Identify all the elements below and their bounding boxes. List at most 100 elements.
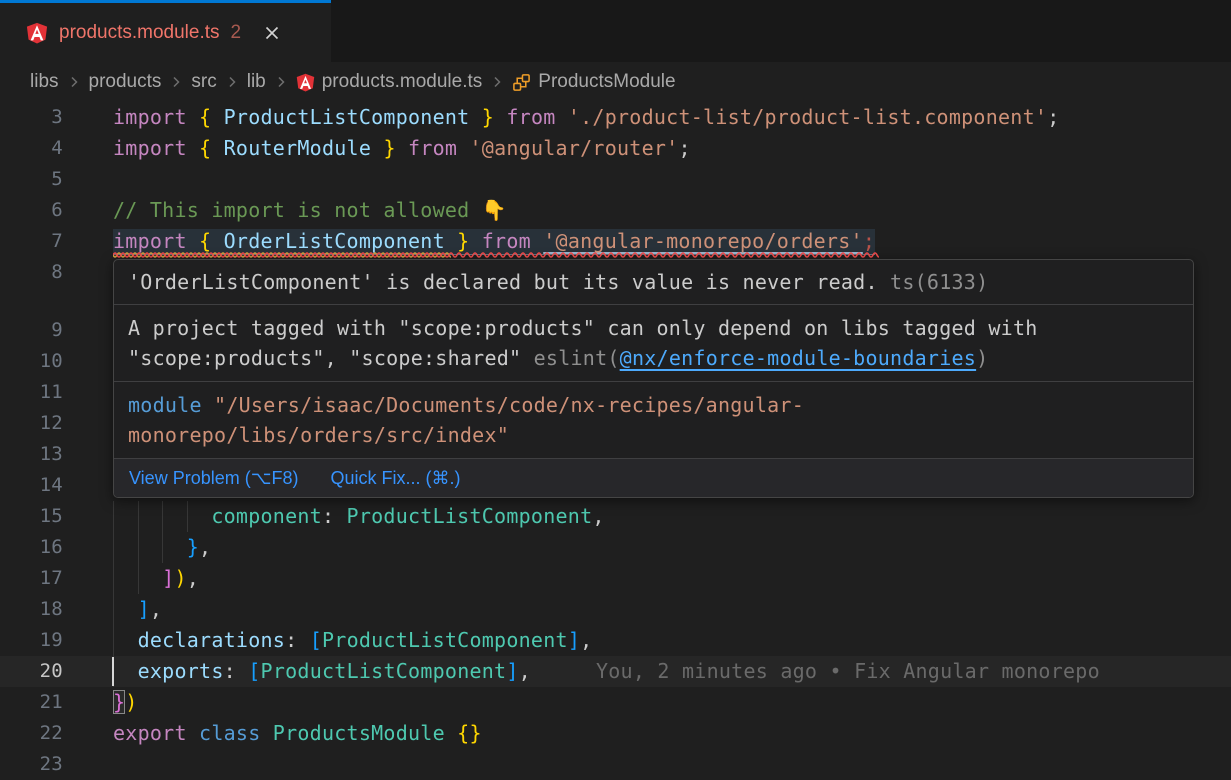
code-line-content: }) — [113, 687, 138, 718]
module-path-line2: monorepo/libs/orders/src/index" — [128, 423, 509, 447]
text-cursor — [112, 657, 114, 686]
code-token: ProductsModule — [273, 721, 457, 745]
code-token: , — [580, 628, 592, 652]
code-token: { — [199, 105, 224, 129]
code-token: declarations — [138, 628, 286, 652]
code-token: : — [224, 659, 249, 683]
code-line[interactable]: 19 declarations: [ProductListComponent], — [0, 625, 1231, 656]
eslint-rule-link[interactable]: @nx/enforce-module-boundaries — [620, 346, 976, 370]
line-number: 8 — [0, 257, 63, 288]
line-number: 15 — [0, 501, 63, 532]
code-token: , — [187, 566, 199, 590]
code-line[interactable]: 18 ], — [0, 594, 1231, 625]
code-token: } — [187, 535, 199, 559]
hover-status-bar: View Problem (⌥F8) Quick Fix... (⌘.) — [114, 459, 1193, 497]
code-line-content: ], — [113, 594, 162, 625]
line-number: 10 — [0, 346, 63, 377]
code-token: [ — [248, 659, 260, 683]
line-number: 21 — [0, 687, 63, 718]
code-line[interactable]: 4 import { RouterModule } from '@angular/… — [0, 133, 1231, 164]
code-line-content: }, — [113, 532, 211, 563]
code-token — [113, 566, 162, 590]
code-token: } — [383, 136, 408, 160]
code-line[interactable]: 5 — [0, 164, 1231, 195]
code-token — [113, 504, 211, 528]
code-token: : — [322, 504, 347, 528]
line-number: 20 — [0, 656, 63, 687]
code-token: from — [506, 105, 567, 129]
code-token: export — [113, 721, 199, 745]
line-number: 23 — [0, 749, 63, 780]
eslint-source-close: ) — [976, 346, 988, 370]
code-token: import — [113, 136, 199, 160]
code-line[interactable]: 16 }, — [0, 532, 1231, 563]
code-token — [113, 535, 187, 559]
code-line[interactable]: 21}) — [0, 687, 1231, 718]
line-number: 18 — [0, 594, 63, 625]
code-line-content: import { RouterModule } from '@angular/r… — [113, 133, 691, 164]
code-token: , — [592, 504, 604, 528]
quick-fix-action[interactable]: Quick Fix... (⌘.) — [330, 468, 460, 489]
code-token: {} — [457, 721, 482, 745]
code-line-content: // This import is not allowed 👇 — [113, 195, 507, 226]
code-line-content: ]), — [113, 563, 199, 594]
module-path-line1: "/Users/isaac/Documents/code/nx-recipes/… — [202, 393, 804, 417]
code-token: ProductListComponent — [261, 659, 507, 683]
code-token: ) — [125, 690, 137, 714]
code-line[interactable]: 20 exports: [ProductListComponent],You, … — [0, 656, 1231, 687]
code-line[interactable]: 6 // This import is not allowed 👇 — [0, 195, 1231, 226]
code-line-content: component: ProductListComponent, — [113, 501, 605, 532]
line-number: 11 — [0, 377, 63, 408]
line-number: 16 — [0, 532, 63, 563]
code-token: ) — [174, 566, 186, 590]
view-problem-action[interactable]: View Problem (⌥F8) — [129, 468, 298, 489]
code-token: , — [199, 535, 211, 559]
code-line-content: import { ProductListComponent } from './… — [113, 102, 1059, 133]
line-number: 4 — [0, 133, 63, 164]
code-line-content: export class ProductsModule {} — [113, 718, 482, 749]
ts-diagnostic-section: 'OrderListComponent' is declared but its… — [114, 260, 1193, 305]
code-token: : — [285, 628, 310, 652]
eslint-diagnostic-section: A project tagged with "scope:products" c… — [114, 305, 1193, 382]
line-number: 6 — [0, 195, 63, 226]
code-line[interactable]: 22 export class ProductsModule {} — [0, 718, 1231, 749]
eslint-message-line2: "scope:products", "scope:shared" — [128, 346, 534, 370]
code-line-content: exports: [ProductListComponent],You, 2 m… — [113, 656, 1100, 687]
eslint-message-line1: A project tagged with "scope:products" c… — [128, 316, 1038, 340]
code-line[interactable]: 15 component: ProductListComponent, — [0, 501, 1231, 532]
code-token — [113, 628, 138, 652]
line-number: 5 — [0, 164, 63, 195]
code-token: // This import is not allowed 👇 — [113, 198, 507, 222]
code-token: import — [113, 105, 199, 129]
code-token: ; — [1047, 105, 1059, 129]
line-number: 9 — [0, 315, 63, 346]
code-token: class — [199, 721, 273, 745]
code-token: '@angular/router' — [470, 136, 679, 160]
code-line[interactable]: 3 import { ProductListComponent } from '.… — [0, 102, 1231, 133]
eslint-source: eslint( — [534, 346, 620, 370]
error-hover-popup: 'OrderListComponent' is declared but its… — [113, 259, 1194, 498]
code-line[interactable]: 7import { OrderListComponent } from '@an… — [0, 226, 1231, 257]
code-token: ProductListComponent — [347, 504, 593, 528]
diagnostic-code: ts(6133) — [878, 270, 989, 294]
code-line[interactable]: 17 ]), — [0, 563, 1231, 594]
code-token: RouterModule — [224, 136, 384, 160]
code-token — [113, 597, 138, 621]
code-token: './product-list/product-list.component' — [568, 105, 1047, 129]
code-token: ] — [138, 597, 150, 621]
code-token: , — [519, 659, 531, 683]
diagnostic-message: 'OrderListComponent' is declared but its… — [128, 270, 878, 294]
code-token: ] — [568, 628, 580, 652]
git-blame-annotation: You, 2 minutes ago • Fix Angular monorep… — [596, 659, 1100, 683]
code-token: ProductListComponent — [322, 628, 568, 652]
code-token: } — [113, 690, 125, 714]
code-token: ] — [506, 659, 518, 683]
code-token: { — [199, 136, 224, 160]
module-path-section: module "/Users/isaac/Documents/code/nx-r… — [114, 382, 1193, 459]
line-number: 13 — [0, 439, 63, 470]
line-number: 14 — [0, 470, 63, 501]
code-line[interactable]: 23 — [0, 749, 1231, 780]
code-line-content: declarations: [ProductListComponent], — [113, 625, 592, 656]
line-number: 3 — [0, 102, 63, 133]
line-number: 22 — [0, 718, 63, 749]
